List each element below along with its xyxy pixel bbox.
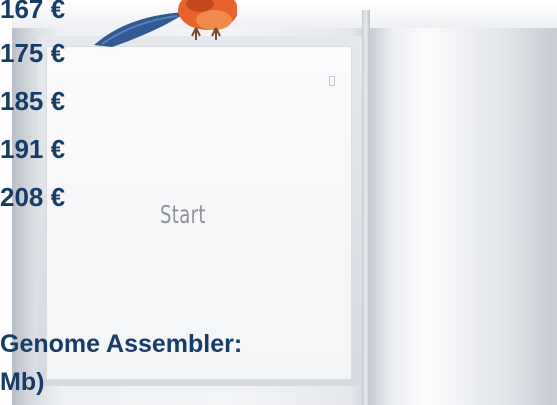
price-item: 175 € (0, 38, 66, 68)
price-item: 167 € (0, 0, 66, 24)
price-item: 208 € (0, 182, 66, 212)
price-item: 185 € (0, 86, 66, 116)
start-button[interactable]: Start (160, 200, 210, 240)
price-item: 191 € (0, 134, 66, 164)
device-seam (362, 10, 370, 405)
caption-line-1: Genome Assembler: (0, 330, 243, 358)
caption-line-2: Mb) (0, 368, 45, 396)
screen-indicator-icon (329, 76, 335, 86)
bird-icon (94, 0, 237, 47)
